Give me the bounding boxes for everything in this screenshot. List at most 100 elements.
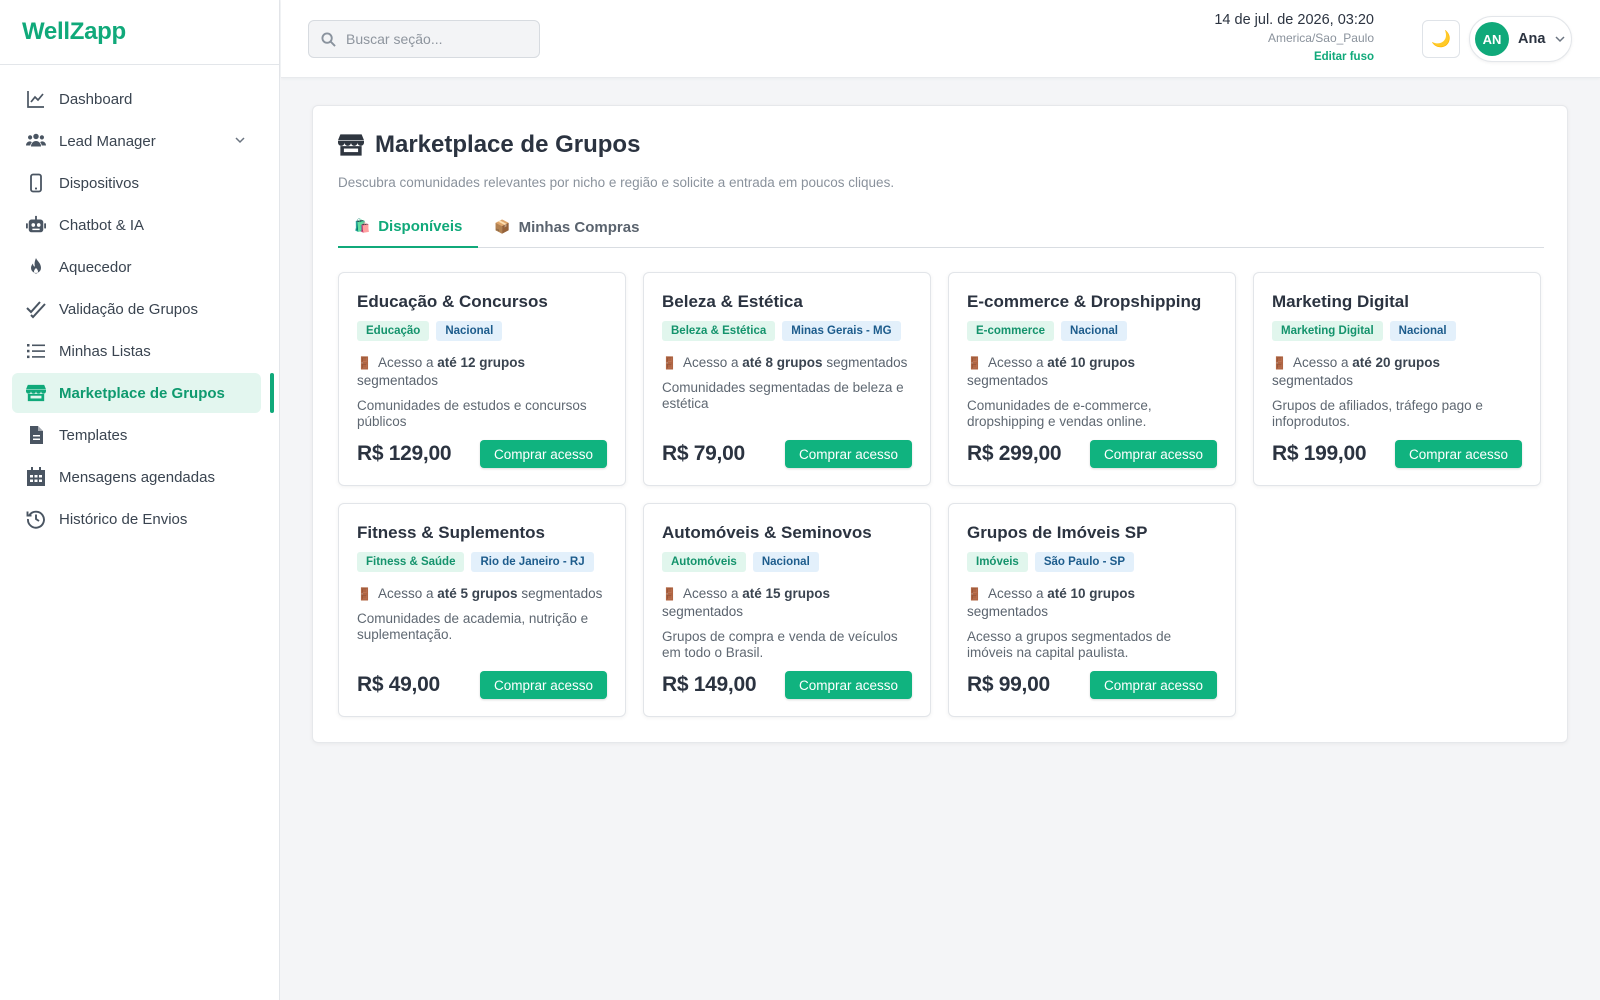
group-card: Educação & Concursos Educação Nacional 🚪… [338,272,626,486]
access-prefix: Acesso a [377,355,434,370]
sidebar-nav: Dashboard Lead Manager Dispositivos Chat… [0,65,279,539]
history-icon [25,508,47,530]
access-suffix: segmentados [357,373,439,388]
card-title: Automóveis & Seminovos [662,523,872,542]
sidebar-item-label: Chatbot & IA [59,216,145,234]
buy-access-button[interactable]: Comprar acesso [479,440,607,468]
edit-timezone-link[interactable]: Editar fuso [1214,51,1374,63]
page-subtitle: Descubra comunidades relevantes por nich… [338,175,895,190]
group-card: Automóveis & Seminovos Automóveis Nacion… [643,503,931,717]
region-badge: Nacional [1061,321,1127,341]
sidebar-item-label: Histórico de Envios [59,510,188,528]
card-title: Educação & Concursos [357,292,548,311]
access-prefix: Acesso a [682,355,739,370]
sidebar-item-historico[interactable]: Histórico de Envios [12,499,261,539]
niche-badge: Imóveis [967,552,1028,572]
timezone-label: America/Sao_Paulo [1267,31,1374,45]
card-footer: R$ 79,00 Comprar acesso [662,440,912,468]
access-info: 🚪 Acesso a até 10 grupos segmentados [967,354,1217,390]
sidebar-item-label: Lead Manager [59,132,156,150]
buy-access-button[interactable]: Comprar acesso [784,440,912,468]
card-price: R$ 149,00 [662,673,757,696]
calendar-icon [25,466,47,488]
card-title: Marketing Digital [1272,292,1409,311]
fire-icon [25,256,47,278]
sidebar-item-label: Aquecedor [59,258,132,276]
group-card: E-commerce & Dropshipping E-commerce Nac… [948,272,1236,486]
card-price: R$ 49,00 [357,673,440,696]
access-suffix: segmentados [967,604,1049,619]
region-badge: Nacional [436,321,503,341]
moon-icon: 🌙 [1431,31,1451,48]
sidebar-item-label: Dashboard [59,90,133,108]
buy-access-button[interactable]: Comprar acesso [1394,440,1522,468]
access-info: 🚪 Acesso a até 20 grupos segmentados [1272,354,1522,390]
tab-minhas-compras[interactable]: 📦 Minhas Compras [478,206,655,248]
access-prefix: Acesso a [1292,355,1349,370]
niche-badge: Educação [357,321,430,341]
sidebar-item-minhas-listas[interactable]: Minhas Listas [12,331,261,371]
brand-logo[interactable]: WellZapp [0,0,279,65]
chevron-down-icon [1555,36,1565,43]
chart-line-icon [25,88,47,110]
niche-badge: Marketing Digital [1272,321,1383,341]
region-badge: Nacional [752,552,819,572]
sidebar-item-label: Minhas Listas [59,342,151,360]
sidebar-item-marketplace[interactable]: Marketplace de Grupos [12,373,274,413]
card-description: Acesso a grupos segmentados de imóveis n… [967,629,1172,660]
list-icon [25,340,47,362]
card-footer: R$ 99,00 Comprar acesso [967,671,1217,699]
access-info: 🚪 Acesso a até 15 grupos segmentados [662,585,912,621]
chevron-down-icon[interactable] [233,133,247,147]
user-menu-button[interactable]: AN Ana [1469,16,1572,62]
access-count: até 12 grupos [437,355,526,370]
sidebar-item-validacao[interactable]: Validação de Grupos [12,289,261,329]
search-box[interactable] [308,20,540,58]
sidebar-item-dashboard[interactable]: Dashboard [12,79,261,119]
region-badge: São Paulo - SP [1034,552,1134,572]
access-info: 🚪 Acesso a até 5 grupos segmentados [357,585,607,603]
sidebar-item-aquecedor[interactable]: Aquecedor [12,247,261,287]
search-icon [321,31,336,47]
sidebar-item-templates[interactable]: Templates [12,415,261,455]
topbar: 14 de jul. de 2026, 03:20 America/Sao_Pa… [281,0,1600,78]
door-icon: 🚪 [357,356,372,370]
search-input[interactable] [346,31,526,47]
current-datetime: 14 de jul. de 2026, 03:20 [1214,12,1374,28]
theme-toggle-button[interactable]: 🌙 [1422,20,1460,58]
page-header: Marketplace de Grupos [338,131,640,159]
store-icon [25,382,47,404]
access-prefix: Acesso a [987,586,1044,601]
access-count: até 15 grupos [742,586,831,601]
group-cards-grid: Educação & Concursos Educação Nacional 🚪… [338,272,1544,717]
card-badges: Educação Nacional [357,321,607,341]
card-description: Comunidades de estudos e concursos públi… [357,398,587,429]
card-badges: Beleza & Estética Minas Gerais - MG [662,321,912,341]
users-icon [25,130,47,152]
access-prefix: Acesso a [682,586,739,601]
card-price: R$ 99,00 [967,673,1050,696]
access-count: até 10 grupos [1047,586,1136,601]
access-count: até 8 grupos [742,355,823,370]
buy-access-button[interactable]: Comprar acesso [1089,671,1217,699]
card-title: E-commerce & Dropshipping [967,292,1202,311]
sidebar-item-chatbot[interactable]: Chatbot & IA [12,205,261,245]
card-title: Grupos de Imóveis SP [967,523,1148,542]
door-icon: 🚪 [967,587,982,601]
buy-access-button[interactable]: Comprar acesso [1089,440,1217,468]
tab-disponiveis[interactable]: 🛍️ Disponíveis [338,206,479,248]
buy-access-button[interactable]: Comprar acesso [479,671,607,699]
card-price: R$ 299,00 [967,442,1062,465]
card-title: Beleza & Estética [662,292,803,311]
sidebar: WellZapp Dashboard Lead Manager Disposit… [0,0,280,1000]
sidebar-item-mensagens-agendadas[interactable]: Mensagens agendadas [12,457,261,497]
buy-access-button[interactable]: Comprar acesso [784,671,912,699]
region-badge: Minas Gerais - MG [782,321,901,341]
sidebar-item-lead-manager[interactable]: Lead Manager [12,121,261,161]
sidebar-item-dispositivos[interactable]: Dispositivos [12,163,261,203]
access-count: até 20 grupos [1352,355,1441,370]
door-icon: 🚪 [357,587,372,601]
access-count: até 5 grupos [437,586,518,601]
marketplace-panel: Marketplace de Grupos Descubra comunidad… [312,105,1568,743]
robot-icon [25,214,47,236]
